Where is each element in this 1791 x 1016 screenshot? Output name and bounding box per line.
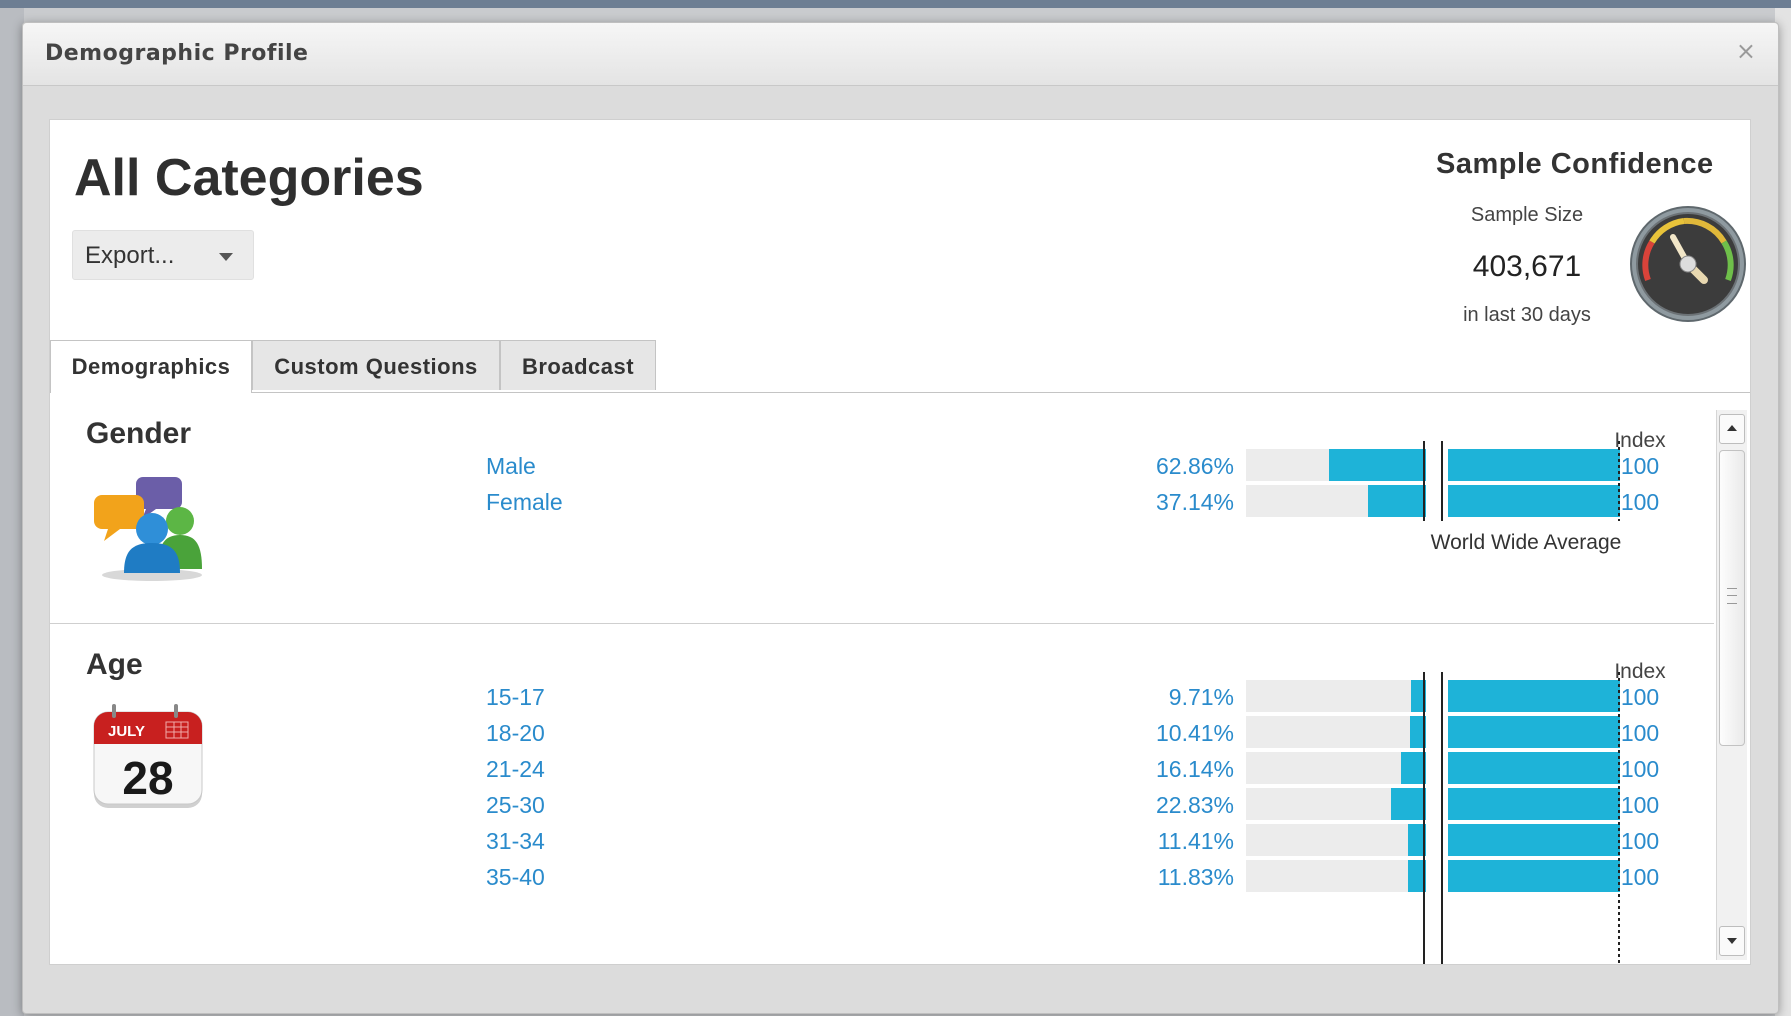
table-row: 35-40 11.83% 100 [50, 858, 1714, 894]
row-percentage[interactable]: 10.41% [1090, 720, 1234, 747]
tab-label: Custom Questions [274, 354, 478, 379]
average-bar [1448, 716, 1620, 748]
dialog-header: Demographic Profile × [23, 23, 1778, 86]
demographic-profile-dialog: Demographic Profile × All Categories Exp… [22, 22, 1779, 1014]
average-line [1423, 441, 1425, 521]
table-row: 18-20 10.41% 100 [50, 714, 1714, 750]
percentage-bar [1368, 485, 1426, 517]
table-row: Female 37.14% 100 [50, 483, 1714, 519]
average-bar [1448, 860, 1620, 892]
average-bar [1448, 485, 1620, 517]
row-percentage[interactable]: 11.83% [1090, 864, 1234, 891]
average-line [1441, 672, 1443, 964]
world-wide-average-label: World Wide Average [1430, 531, 1622, 554]
row-label[interactable]: 21-24 [486, 756, 545, 783]
page-title: All Categories [74, 149, 424, 207]
chevron-down-icon [219, 253, 233, 261]
main-panel: All Categories Export... Sample Confiden… [49, 119, 1751, 965]
average-line [1441, 441, 1443, 521]
section-title: Age [86, 648, 143, 681]
row-percentage[interactable]: 11.41% [1090, 828, 1234, 855]
average-line-end [1618, 441, 1620, 521]
sample-size-label: Sample Size [1470, 204, 1584, 226]
average-bar [1448, 752, 1620, 784]
table-row: 25-30 22.83% 100 [50, 786, 1714, 822]
average-bar [1448, 449, 1620, 481]
average-bar [1448, 788, 1620, 820]
backdrop-top [0, 0, 1791, 8]
scroll-down-button[interactable] [1719, 926, 1745, 956]
row-label[interactable]: 25-30 [486, 792, 545, 819]
demographics-content: Gender Index Male 62.86% 100 Female 37.1… [50, 393, 1714, 964]
table-row: 31-34 11.41% 100 [50, 822, 1714, 858]
percentage-bar-track [1246, 680, 1426, 712]
average-line-end [1618, 672, 1620, 964]
row-label[interactable]: 35-40 [486, 864, 545, 891]
row-index[interactable]: 100 [1600, 828, 1680, 855]
sample-confidence-title: Sample Confidence [1436, 148, 1714, 180]
sample-size-value: 403,671 [1472, 250, 1582, 283]
close-icon[interactable]: × [1736, 37, 1756, 65]
row-index[interactable]: 100 [1600, 453, 1680, 480]
export-label: Export... [85, 242, 175, 269]
percentage-bar-track [1246, 860, 1426, 892]
row-label[interactable]: 15-17 [486, 684, 545, 711]
backdrop-left [0, 8, 24, 1016]
tab-demographics[interactable]: Demographics [50, 340, 252, 393]
percentage-bar-track [1246, 824, 1426, 856]
row-percentage[interactable]: 16.14% [1090, 756, 1234, 783]
export-dropdown[interactable]: Export... [72, 230, 254, 280]
row-label[interactable]: 18-20 [486, 720, 545, 747]
row-label[interactable]: Male [486, 453, 536, 480]
gauge-icon [1630, 206, 1746, 322]
percentage-bar-track [1246, 485, 1426, 517]
percentage-bar-track [1246, 449, 1426, 481]
row-label[interactable]: 31-34 [486, 828, 545, 855]
average-bar [1448, 824, 1620, 856]
row-label[interactable]: Female [486, 489, 563, 516]
row-index[interactable]: 100 [1600, 756, 1680, 783]
section-title: Gender [86, 417, 192, 450]
age-section: Age JULY 28 Index 15-17 9.71% 100 18-20 … [50, 624, 1714, 964]
row-percentage[interactable]: 62.86% [1090, 453, 1234, 480]
average-bar [1448, 680, 1620, 712]
percentage-bar-track [1246, 752, 1426, 784]
row-percentage[interactable]: 9.71% [1090, 684, 1234, 711]
row-index[interactable]: 100 [1600, 864, 1680, 891]
tab-bar: Demographics Custom Questions Broadcast [50, 340, 1750, 393]
grip-icon [1727, 588, 1737, 604]
percentage-bar [1328, 449, 1426, 481]
tab-label: Demographics [71, 354, 231, 379]
percentage-bar [1390, 788, 1426, 820]
table-row: 15-17 9.71% 100 [50, 678, 1714, 714]
tab-label: Broadcast [521, 354, 635, 379]
table-row: Male 62.86% 100 [50, 447, 1714, 483]
vertical-scrollbar[interactable] [1716, 410, 1747, 960]
row-index[interactable]: 100 [1600, 792, 1680, 819]
average-line [1423, 672, 1425, 964]
dialog-title: Demographic Profile [45, 41, 309, 66]
percentage-bar-track [1246, 788, 1426, 820]
row-index[interactable]: 100 [1600, 684, 1680, 711]
sample-period: in last 30 days [1463, 304, 1591, 326]
row-index[interactable]: 100 [1600, 489, 1680, 516]
tab-custom-questions[interactable]: Custom Questions [252, 340, 500, 390]
table-row: 21-24 16.14% 100 [50, 750, 1714, 786]
arrow-up-icon [1727, 425, 1737, 431]
row-percentage[interactable]: 22.83% [1090, 792, 1234, 819]
arrow-down-icon [1727, 938, 1737, 944]
row-percentage[interactable]: 37.14% [1090, 489, 1234, 516]
scroll-up-button[interactable] [1719, 414, 1745, 444]
row-index[interactable]: 100 [1600, 720, 1680, 747]
scroll-thumb[interactable] [1719, 450, 1745, 746]
gender-section: Gender Index Male 62.86% 100 Female 37.1… [50, 393, 1714, 624]
percentage-bar-track [1246, 716, 1426, 748]
tab-broadcast[interactable]: Broadcast [500, 340, 656, 390]
